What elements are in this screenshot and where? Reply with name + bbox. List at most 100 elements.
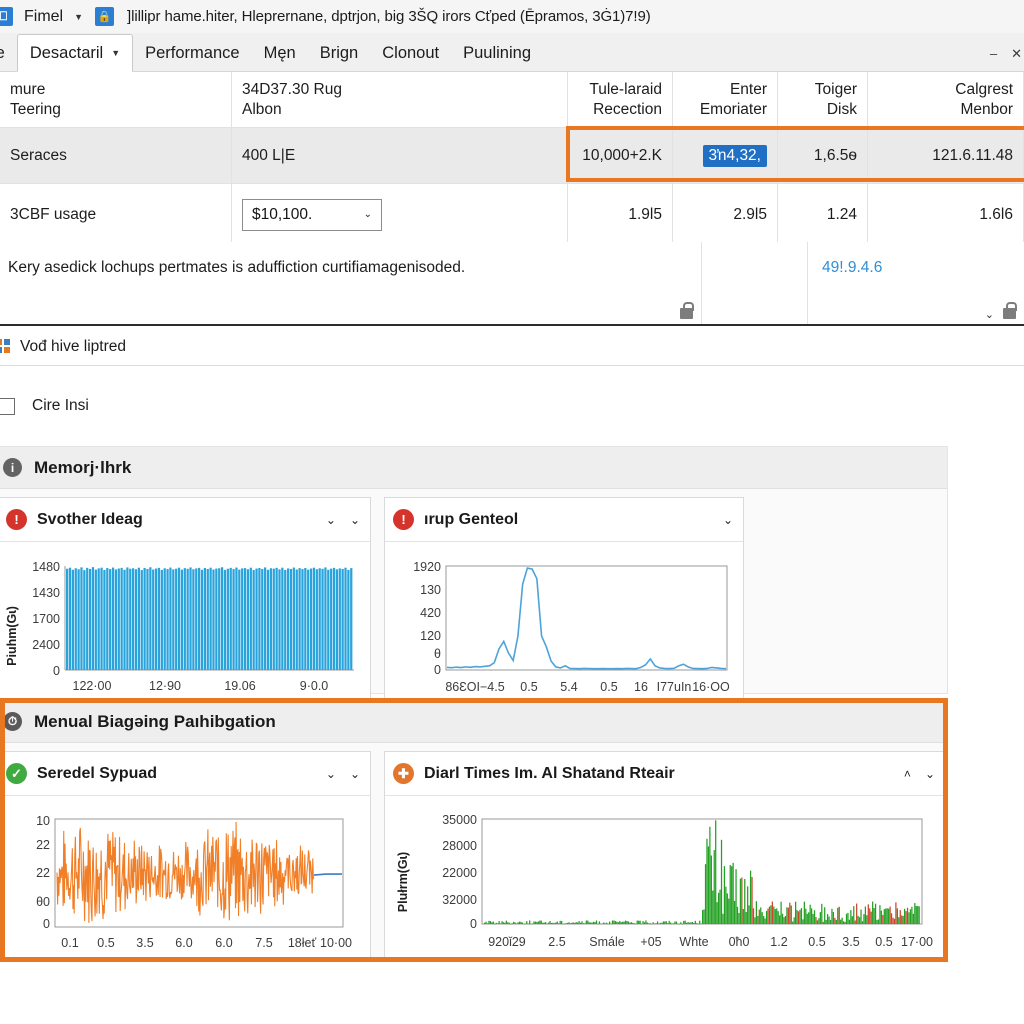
error-circle-icon: ! xyxy=(6,509,27,530)
cell-enter-emoriater: 2.9l5 xyxy=(673,184,778,246)
column-header-mure[interactable]: mure Teering xyxy=(0,72,232,128)
tab-label: Performance xyxy=(145,43,240,62)
chevron-down-icon[interactable]: ⌄ xyxy=(985,308,994,321)
header-line-1: Toiger xyxy=(814,81,857,99)
cell-toiger-disk: 1,6.5ѳ xyxy=(778,128,868,184)
y-tick: 0 xyxy=(43,917,50,931)
section-header[interactable]: ⏱ Menual Biagəing Paıhibgation xyxy=(0,701,947,743)
lock-icon xyxy=(1003,302,1017,319)
x-tick: 0ħ0 xyxy=(729,935,750,949)
check-circle-icon: ✓ xyxy=(6,763,27,784)
x-tick: 16 xyxy=(634,680,648,694)
clock-circle-icon: ⏱ xyxy=(3,712,22,731)
column-header-toiger-disk[interactable]: Toiger Disk xyxy=(778,72,868,128)
cire-insi-checkbox[interactable] xyxy=(0,397,15,415)
y-axis-label: Plułrm(Gɩ) xyxy=(396,852,410,912)
tab-label: Clonout xyxy=(382,43,440,62)
chevron-down-icon[interactable]: ⌄ xyxy=(326,767,336,781)
column-header-calgrest-menbor[interactable]: Calgrest Menbor xyxy=(868,72,1024,128)
title-bar: ⎕ Fimel ▼ 🔒 ]lillipr hame.hiter, Hleprer… xyxy=(0,0,1024,33)
card-header[interactable]: ✓ Seredel Sypuad ⌄ ⌄ xyxy=(0,752,370,796)
column-header-enter-emoriater[interactable]: Enter Emoriater xyxy=(673,72,778,128)
cell-enter-emoriater[interactable]: 3ŉ4,32, xyxy=(673,128,778,184)
minimize-icon[interactable]: – xyxy=(990,47,997,60)
chevron-down-icon[interactable]: ⌄ xyxy=(326,513,336,527)
header-line-2: Menbor xyxy=(960,100,1013,118)
y-tick: 35000 xyxy=(442,813,477,827)
table-row[interactable]: Seraces 400 L|E 10,000+2.K 3ŉ4,32, 1,6.5… xyxy=(0,128,1024,184)
tab-clonout[interactable]: Clonout xyxy=(370,35,451,71)
chevron-down-icon[interactable]: ▼ xyxy=(74,12,83,22)
x-tick: 5.4 xyxy=(560,680,577,694)
cell-calgrest-menbor: 121.6.11.48 xyxy=(868,128,1024,184)
note-link[interactable]: 49!.9.4.6 xyxy=(822,259,882,276)
lock-badge-icon[interactable]: 🔒 xyxy=(95,7,115,26)
chevron-down-icon[interactable]: ⌄ xyxy=(350,513,360,527)
card-header[interactable]: ! Svother Ideag ⌄ ⌄ xyxy=(0,498,370,542)
move-cross-icon: ✚ xyxy=(393,763,414,784)
checkbox-label: Cire Insi xyxy=(32,397,89,414)
chevron-down-icon[interactable]: ⌄ xyxy=(925,767,935,781)
x-tick: 12·90 xyxy=(149,679,181,693)
y-axis-label: Piuhm(Gɩ) xyxy=(5,606,19,666)
value-dropdown[interactable]: $10,100. ⌄ xyxy=(242,198,382,231)
card-title: Seredel Sypuad xyxy=(37,764,158,782)
cell-detail: 400 L|E xyxy=(232,128,568,184)
cell-toiger-disk: 1.24 xyxy=(778,184,868,246)
tab-le[interactable]: le xyxy=(0,35,17,71)
y-tick: 22 xyxy=(36,866,50,880)
header-line-1: mure xyxy=(10,81,46,99)
section-header[interactable]: i Memorј·lhrk xyxy=(0,447,947,489)
column-header-rug-albon[interactable]: 34D37.30 Rug Albon xyxy=(232,72,568,128)
card-header[interactable]: ✚ Diarl Times Im. Al Shatand Rteair ˄ ⌄ xyxy=(385,752,945,796)
section-title: Menual Biagəing Paıhibgation xyxy=(34,711,276,731)
x-tick: 3.5 xyxy=(842,935,859,949)
section-body: ! Svother Ideag ⌄ ⌄ Piuhm(Gɩ) 1480 1430 … xyxy=(0,489,947,715)
x-tick: 6.0 xyxy=(175,936,192,950)
card-header[interactable]: ! ırup Genteol ⌄ xyxy=(385,498,743,542)
chevron-down-icon[interactable]: ⌄ xyxy=(350,767,360,781)
x-tick: 17·00 xyxy=(901,935,933,949)
x-tick: 0.1 xyxy=(61,936,78,950)
note-row: Kery asedick lochups pertmates is aduffi… xyxy=(0,242,1024,326)
header-line-2: Teering xyxy=(10,100,61,118)
card-title: Svother Ideag xyxy=(37,510,143,528)
cell-dropdown: $10,100. ⌄ xyxy=(232,184,568,246)
tab-brign[interactable]: Brign xyxy=(308,35,371,71)
cell-tule-laraid: 1.9l5 xyxy=(568,184,673,246)
note-message-cell: Kery asedick lochups pertmates is aduffi… xyxy=(0,242,702,324)
header-line-1: 34D37.30 Rug xyxy=(242,81,342,99)
x-tick: 9·0.0 xyxy=(300,679,329,693)
x-tick: 3.5 xyxy=(136,936,153,950)
y-tick: 1430 xyxy=(32,586,60,600)
window-restore-icon[interactable]: ⎕ xyxy=(0,7,13,26)
tab-label: le xyxy=(0,43,5,62)
chevron-up-icon[interactable]: ˄ xyxy=(904,767,911,781)
y-tick: 1480 xyxy=(32,560,60,574)
y-tick: 0 xyxy=(434,663,441,677)
cell-name: Seraces xyxy=(0,128,232,184)
y-tick: 120 xyxy=(420,629,441,643)
chevron-down-icon[interactable]: ▼ xyxy=(111,48,120,58)
tab-label: Męn xyxy=(263,43,296,62)
tab-puulining[interactable]: Puulining xyxy=(451,35,543,71)
tab-performance[interactable]: Performance xyxy=(133,35,251,71)
tab-label: Brign xyxy=(319,43,359,62)
windows-flag-icon xyxy=(0,339,11,354)
chevron-down-icon[interactable]: ⌄ xyxy=(364,209,372,220)
chevron-down-icon[interactable]: ⌄ xyxy=(723,513,733,527)
info-circle-icon: i xyxy=(3,458,22,477)
card-controls: ⌄ xyxy=(723,513,733,527)
tab-strip: le Desactaril ▼ Performance Męn Brign Cl… xyxy=(0,33,1024,72)
close-icon[interactable]: ✕ xyxy=(1011,47,1022,60)
y-tick: 22000 xyxy=(442,866,477,880)
y-tick: 0 xyxy=(470,917,477,931)
bar-chart-svg: Piuhm(Gɩ) 1480 1430 1700 2400 0 122·00 1… xyxy=(5,560,354,693)
card-controls: ⌄ ⌄ xyxy=(326,767,360,781)
tab-desactaril[interactable]: Desactaril ▼ xyxy=(16,34,134,72)
table-row[interactable]: 3CBF usage $10,100. ⌄ 1.9l5 2.9l5 1.24 1… xyxy=(0,184,1024,246)
y-tick: 130 xyxy=(420,583,441,597)
column-header-tule-laraid[interactable]: Tule-laraid Recection xyxy=(568,72,673,128)
tab-men[interactable]: Męn xyxy=(252,35,308,71)
chart-seredel-sypuad: 10 22 22 θ0 0 0.1 0.5 3.5 6.0 6.0 7.5 18… xyxy=(0,796,370,960)
